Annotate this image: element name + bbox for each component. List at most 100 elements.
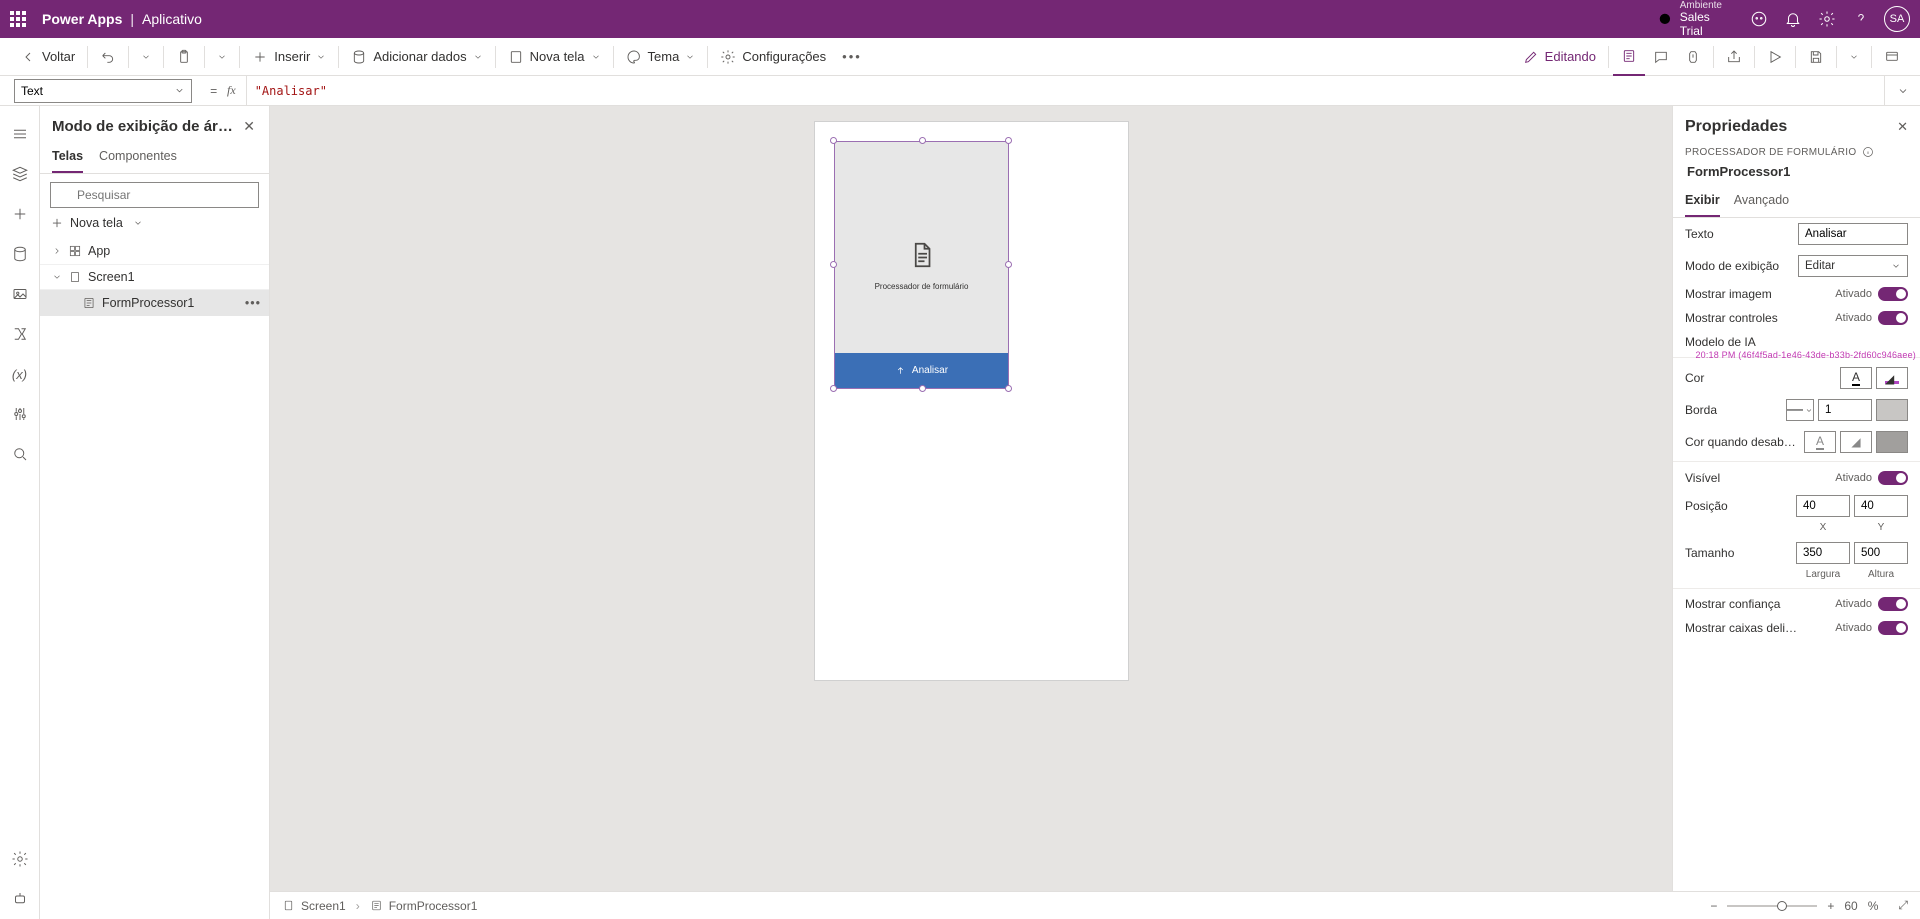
fx-icon: fx: [227, 76, 247, 106]
settings-rail-icon[interactable]: [0, 839, 40, 879]
border-style-select[interactable]: —: [1786, 399, 1814, 421]
toggle-confidence[interactable]: [1878, 597, 1908, 611]
overflow-button[interactable]: •••: [834, 38, 870, 76]
paste-split-chevron[interactable]: [209, 38, 235, 76]
formula-value[interactable]: "Analisar": [255, 84, 1884, 98]
properties-toggle-button[interactable]: [1613, 38, 1645, 76]
resize-handle[interactable]: [1005, 137, 1012, 144]
share-button[interactable]: [1718, 38, 1750, 76]
breadcrumb-control[interactable]: FormProcessor1: [370, 899, 478, 913]
border-width-input[interactable]: [1818, 399, 1872, 421]
search-rail-icon[interactable]: [0, 434, 40, 474]
prop-boxes-label: Mostrar caixas deli…: [1685, 621, 1827, 635]
add-data-button[interactable]: Adicionar dados: [343, 38, 490, 76]
overlay-note: 20:18 PM (46f4f5ad-1e46-43de-b33b-2fd60c…: [1695, 350, 1916, 360]
help-icon[interactable]: [1844, 0, 1878, 38]
expand-formula-bar-button[interactable]: [1884, 76, 1920, 106]
tab-components[interactable]: Componentes: [99, 143, 177, 173]
disabled-bordercolor-button[interactable]: [1876, 431, 1908, 453]
back-button[interactable]: Voltar: [12, 38, 83, 76]
data-rail-icon[interactable]: [0, 234, 40, 274]
tree-search-input[interactable]: [50, 182, 259, 208]
resize-handle[interactable]: [919, 137, 926, 144]
tree-node-control[interactable]: FormProcessor1 •••: [40, 290, 269, 316]
tree-view-panel: Modo de exibição de ár… ✕ Telas Componen…: [40, 106, 270, 919]
new-screen-button[interactable]: Nova tela: [500, 38, 609, 76]
resize-handle[interactable]: [830, 385, 837, 392]
virtual-agent-rail-icon[interactable]: [0, 879, 40, 919]
info-icon[interactable]: [1862, 146, 1874, 158]
axis-h-label: Altura: [1854, 569, 1908, 580]
prop-displaymode-label: Modo de exibição: [1685, 259, 1790, 273]
undo-button[interactable]: [92, 38, 124, 76]
fit-to-window-button[interactable]: ⤢: [1898, 898, 1908, 913]
zoom-in-button[interactable]: +: [1827, 899, 1834, 913]
zoom-out-button[interactable]: −: [1710, 899, 1717, 913]
status-bar: Screen1 › FormProcessor1 − + 60 % ⤢: [270, 891, 1920, 919]
comments-button[interactable]: [1645, 38, 1677, 76]
tree-node-more-button[interactable]: •••: [245, 296, 261, 310]
fillcolor-button[interactable]: ◢: [1876, 367, 1908, 389]
new-screen-tree-button[interactable]: Nova tela: [40, 212, 269, 238]
border-color-button[interactable]: [1876, 399, 1908, 421]
canvas[interactable]: Processador de formulário Analisar: [270, 106, 1672, 919]
resize-handle[interactable]: [919, 385, 926, 392]
settings-button[interactable]: Configurações: [712, 38, 834, 76]
insert-rail-icon[interactable]: [0, 194, 40, 234]
close-tree-panel-button[interactable]: ✕: [239, 116, 259, 137]
checker-button[interactable]: [1677, 38, 1709, 76]
settings-icon[interactable]: [1810, 0, 1844, 38]
close-properties-button[interactable]: ✕: [1897, 119, 1908, 135]
theme-button[interactable]: Tema: [618, 38, 704, 76]
tab-advanced[interactable]: Avançado: [1734, 189, 1789, 217]
zoom-slider[interactable]: [1727, 905, 1817, 907]
save-button[interactable]: [1800, 38, 1832, 76]
zoom-value: 60: [1844, 899, 1857, 913]
disabled-fillcolor-button[interactable]: ◢: [1840, 431, 1872, 453]
tree-view-icon[interactable]: [0, 154, 40, 194]
size-width-input[interactable]: [1796, 542, 1850, 564]
toggle-showcontrols[interactable]: [1878, 311, 1908, 325]
tab-screens[interactable]: Telas: [52, 143, 83, 173]
user-avatar[interactable]: SA: [1884, 6, 1910, 32]
breadcrumb-screen[interactable]: Screen1: [282, 899, 346, 913]
undo-split-chevron[interactable]: [133, 38, 159, 76]
resize-handle[interactable]: [1005, 261, 1012, 268]
resize-handle[interactable]: [830, 261, 837, 268]
prop-displaymode-select[interactable]: Editar: [1798, 255, 1908, 277]
disabled-fontcolor-button[interactable]: A: [1804, 431, 1836, 453]
flows-rail-icon[interactable]: [0, 314, 40, 354]
position-x-input[interactable]: [1796, 495, 1850, 517]
toggle-showimage[interactable]: [1878, 287, 1908, 301]
tab-display[interactable]: Exibir: [1685, 189, 1720, 217]
preview-button[interactable]: [1759, 38, 1791, 76]
position-y-input[interactable]: [1854, 495, 1908, 517]
prop-size-label: Tamanho: [1685, 546, 1788, 560]
app-launcher-icon[interactable]: [10, 11, 26, 27]
property-selector[interactable]: Text: [14, 79, 192, 103]
fontcolor-button[interactable]: A: [1840, 367, 1872, 389]
publish-button[interactable]: [1876, 38, 1908, 76]
save-split-chevron[interactable]: [1841, 38, 1867, 76]
resize-handle[interactable]: [830, 137, 837, 144]
editing-mode-button[interactable]: Editando: [1515, 38, 1604, 76]
tree-node-screen[interactable]: Screen1: [40, 264, 269, 290]
paste-button[interactable]: [168, 38, 200, 76]
variables-rail-icon[interactable]: (x): [0, 354, 40, 394]
virtual-agent-icon[interactable]: [1742, 0, 1776, 38]
environment-name: Sales Trial: [1680, 11, 1722, 37]
environment-picker[interactable]: Ambiente Sales Trial: [1658, 0, 1722, 37]
advanced-tools-rail-icon[interactable]: [0, 394, 40, 434]
resize-handle[interactable]: [1005, 385, 1012, 392]
environment-label: Ambiente: [1680, 0, 1722, 11]
toggle-boxes[interactable]: [1878, 621, 1908, 635]
toggle-visible[interactable]: [1878, 471, 1908, 485]
tree-node-app[interactable]: App: [40, 238, 269, 264]
size-height-input[interactable]: [1854, 542, 1908, 564]
tree-panel-title: Modo de exibição de ár…: [52, 118, 233, 135]
notifications-icon[interactable]: [1776, 0, 1810, 38]
insert-button[interactable]: Inserir: [244, 38, 334, 76]
hamburger-icon[interactable]: [0, 114, 40, 154]
prop-text-input[interactable]: [1798, 223, 1908, 245]
media-rail-icon[interactable]: [0, 274, 40, 314]
